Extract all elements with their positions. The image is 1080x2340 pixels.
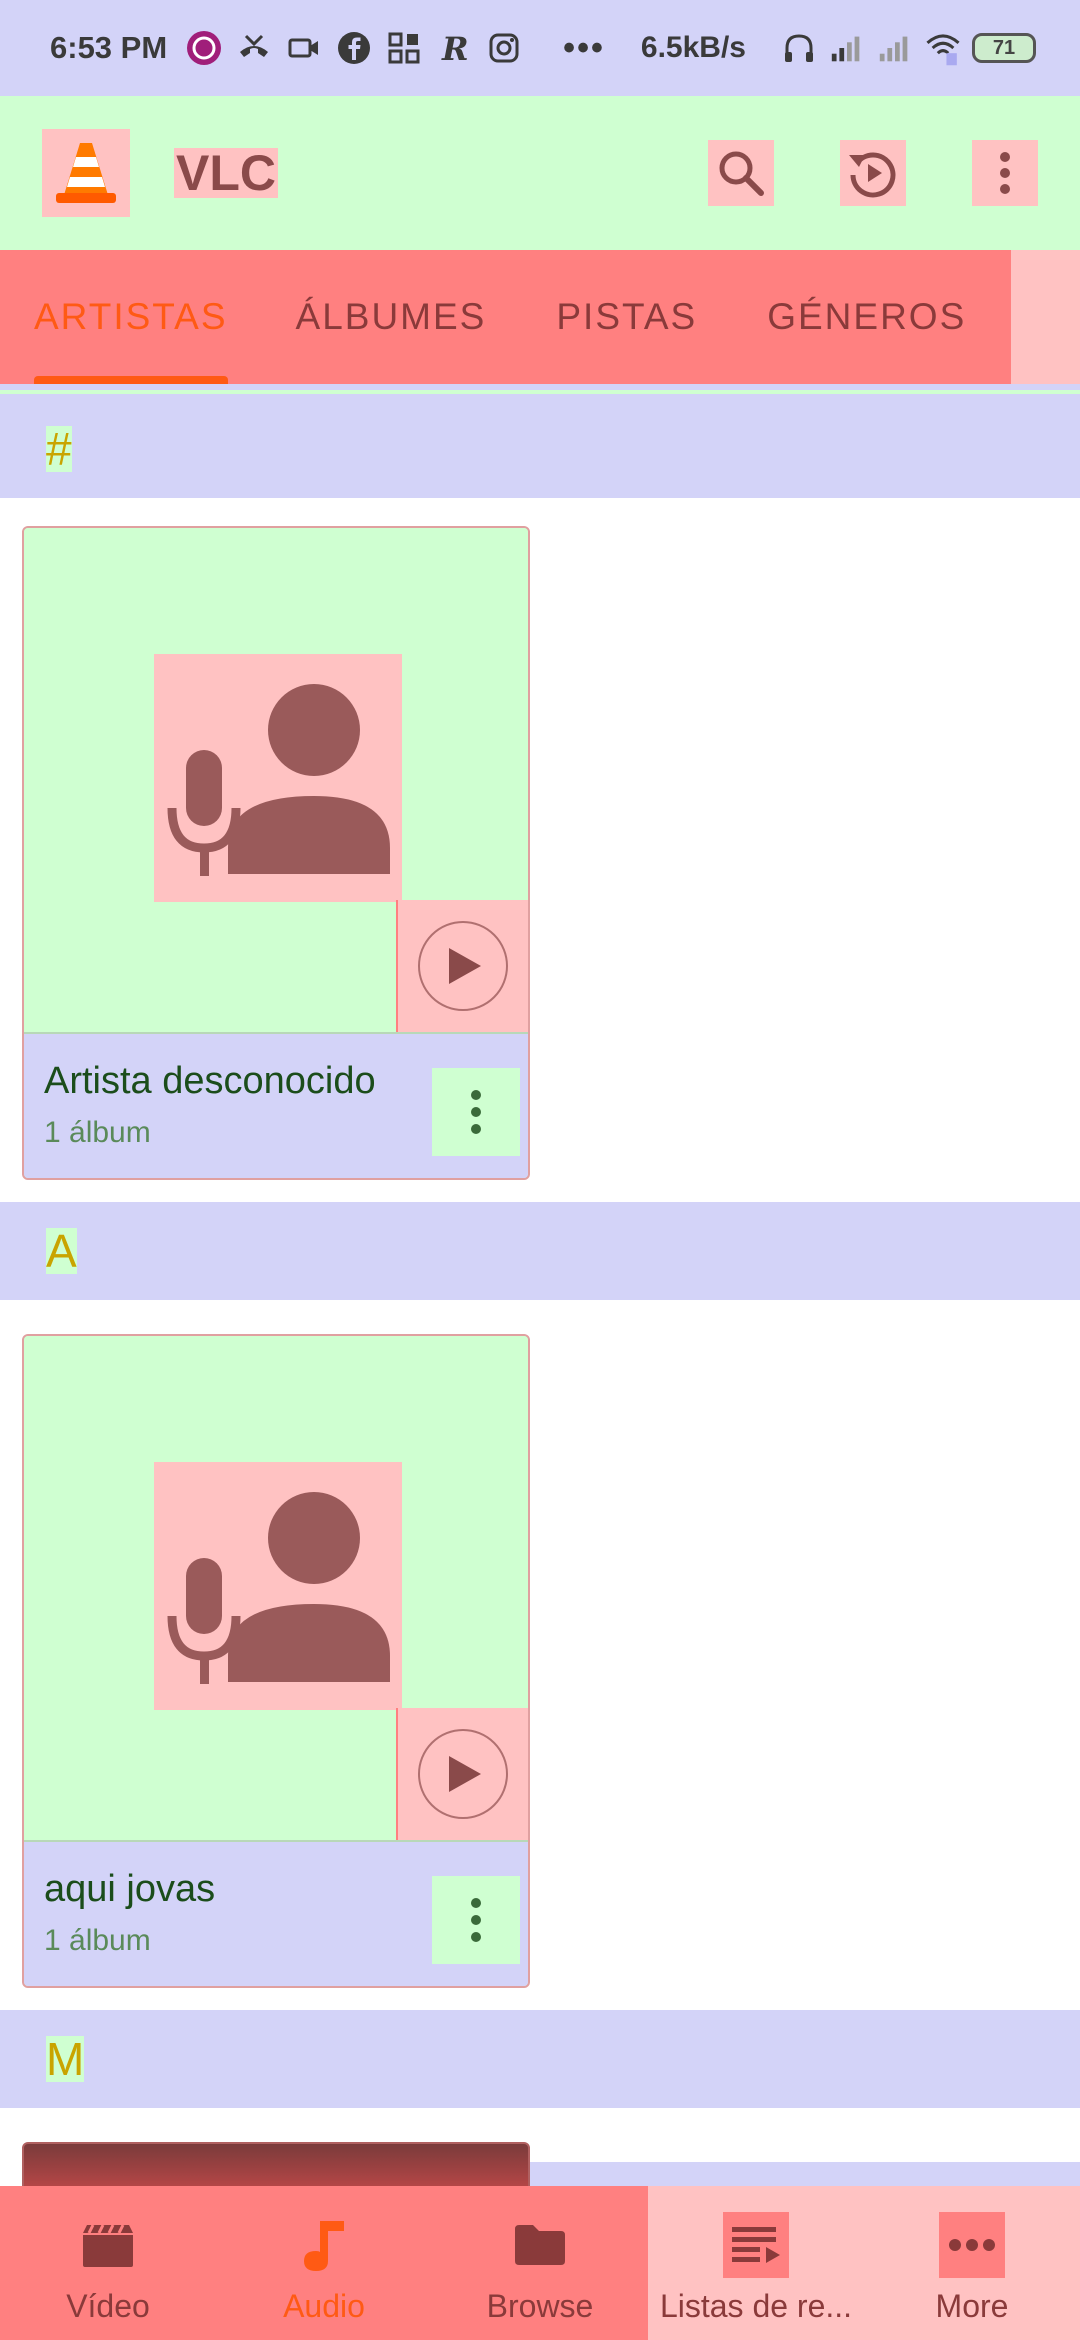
vlc-audio-screen: 6:53 PM R ••• 6.5kB/s 71 VLC ARTISTAS ÁL…	[0, 0, 1080, 2340]
tab-label: PISTAS	[556, 296, 698, 337]
headphones-icon	[780, 29, 818, 67]
tab-label: ARTISTAS	[34, 296, 228, 337]
nav-label: Listas de re...	[659, 2288, 853, 2324]
widgets-icon	[385, 29, 423, 67]
artist-artwork	[24, 1336, 528, 1840]
play-artist-button[interactable]	[396, 900, 528, 1032]
status-notification-icons: R	[185, 29, 523, 67]
list-divider	[530, 2162, 1080, 2188]
playlist-icon	[723, 2212, 789, 2278]
battery-indicator: 71	[972, 33, 1036, 63]
app-title: VLC	[174, 145, 278, 201]
music-note-icon	[291, 2212, 357, 2278]
nav-more[interactable]: More	[864, 2186, 1080, 2340]
artist-info: aqui jovas 1 álbum	[24, 1840, 528, 1986]
artist-artwork	[24, 528, 528, 1032]
tab-label: ÁLBUMES	[295, 296, 487, 337]
more-vert-icon	[471, 1090, 481, 1134]
section-header: #	[0, 400, 1080, 498]
app-bar: VLC	[0, 96, 1080, 250]
artist-menu-button[interactable]	[432, 1876, 520, 1964]
artist-icon	[154, 654, 402, 902]
play-circle	[418, 921, 508, 1011]
nav-label: Audio	[283, 2288, 365, 2324]
movie-icon	[75, 2212, 141, 2278]
svg-text:R: R	[441, 30, 469, 66]
section-header: M	[0, 2010, 1080, 2108]
tab-generos[interactable]: GÉNEROS	[767, 250, 966, 384]
overflow-menu-button[interactable]	[972, 140, 1038, 206]
nav-label: Browse	[486, 2288, 594, 2324]
more-vert-icon	[471, 1898, 481, 1942]
more-notifications-indicator: •••	[563, 28, 605, 67]
search-button[interactable]	[708, 140, 774, 206]
active-tab-indicator	[34, 376, 228, 384]
wifi-icon	[924, 29, 962, 67]
artist-card[interactable]: Artista desconocido 1 álbum	[22, 526, 530, 1180]
section-letter: M	[46, 2033, 85, 2085]
section-letter: #	[46, 423, 72, 475]
rappi-icon: R	[435, 29, 473, 67]
artist-menu-button[interactable]	[432, 1068, 520, 1156]
artist-album-count: 1 álbum	[44, 1116, 151, 1149]
play-artist-button[interactable]	[396, 1708, 528, 1840]
instagram-icon	[485, 29, 523, 67]
artist-name: aqui jovas	[44, 1868, 216, 1910]
tab-artistas[interactable]: ARTISTAS	[34, 250, 228, 384]
artist-album-count: 1 álbum	[44, 1924, 151, 1957]
facebook-icon	[335, 29, 373, 67]
video-call-icon	[285, 29, 323, 67]
section-letter: A	[46, 1225, 77, 1277]
signal-1-icon	[828, 29, 866, 67]
status-bar: 6:53 PM R ••• 6.5kB/s 71	[0, 0, 1080, 96]
more-vert-icon	[1000, 152, 1010, 194]
app-bar-actions	[708, 140, 1038, 206]
bottom-navigation: Vídeo Audio Browse Listas de re... More	[0, 2186, 1080, 2340]
play-circle	[418, 1729, 508, 1819]
artist-name: Artista desconocido	[44, 1060, 376, 1102]
missed-call-icon	[235, 29, 273, 67]
vlc-logo-icon	[42, 129, 130, 217]
status-time: 6:53 PM	[50, 30, 168, 65]
play-icon	[449, 1756, 481, 1792]
play-icon	[449, 948, 481, 984]
nav-video[interactable]: Vídeo	[0, 2186, 216, 2340]
folder-icon	[507, 2212, 573, 2278]
section-header: A	[0, 1202, 1080, 1300]
network-speed: 6.5kB/s	[640, 31, 746, 64]
tab-strip: ARTISTAS ÁLBUMES PISTAS GÉNEROS	[0, 250, 1011, 384]
signal-2-icon	[876, 29, 914, 67]
nav-playlists[interactable]: Listas de re...	[648, 2186, 864, 2340]
tab-label: GÉNEROS	[767, 296, 967, 337]
history-icon	[849, 152, 896, 198]
nav-label: Vídeo	[66, 2288, 150, 2324]
picap-app-icon	[185, 29, 223, 67]
nav-browse[interactable]: Browse	[432, 2186, 648, 2340]
artist-info: Artista desconocido 1 álbum	[24, 1032, 528, 1178]
tab-albumes[interactable]: ÁLBUMES	[296, 250, 487, 384]
resume-playback-button[interactable]	[840, 140, 906, 206]
artist-card[interactable]: aqui jovas 1 álbum	[22, 1334, 530, 1988]
tab-pistas[interactable]: PISTAS	[556, 250, 697, 384]
audio-tabs: ARTISTAS ÁLBUMES PISTAS GÉNEROS	[0, 250, 1080, 384]
nav-audio[interactable]: Audio	[216, 2186, 432, 2340]
tab-divider	[0, 384, 1080, 400]
more-horiz-icon	[939, 2212, 1005, 2278]
artist-icon	[154, 1462, 402, 1710]
status-system-icons: 71	[780, 29, 1036, 67]
nav-label: More	[935, 2288, 1009, 2324]
search-icon	[719, 151, 764, 196]
